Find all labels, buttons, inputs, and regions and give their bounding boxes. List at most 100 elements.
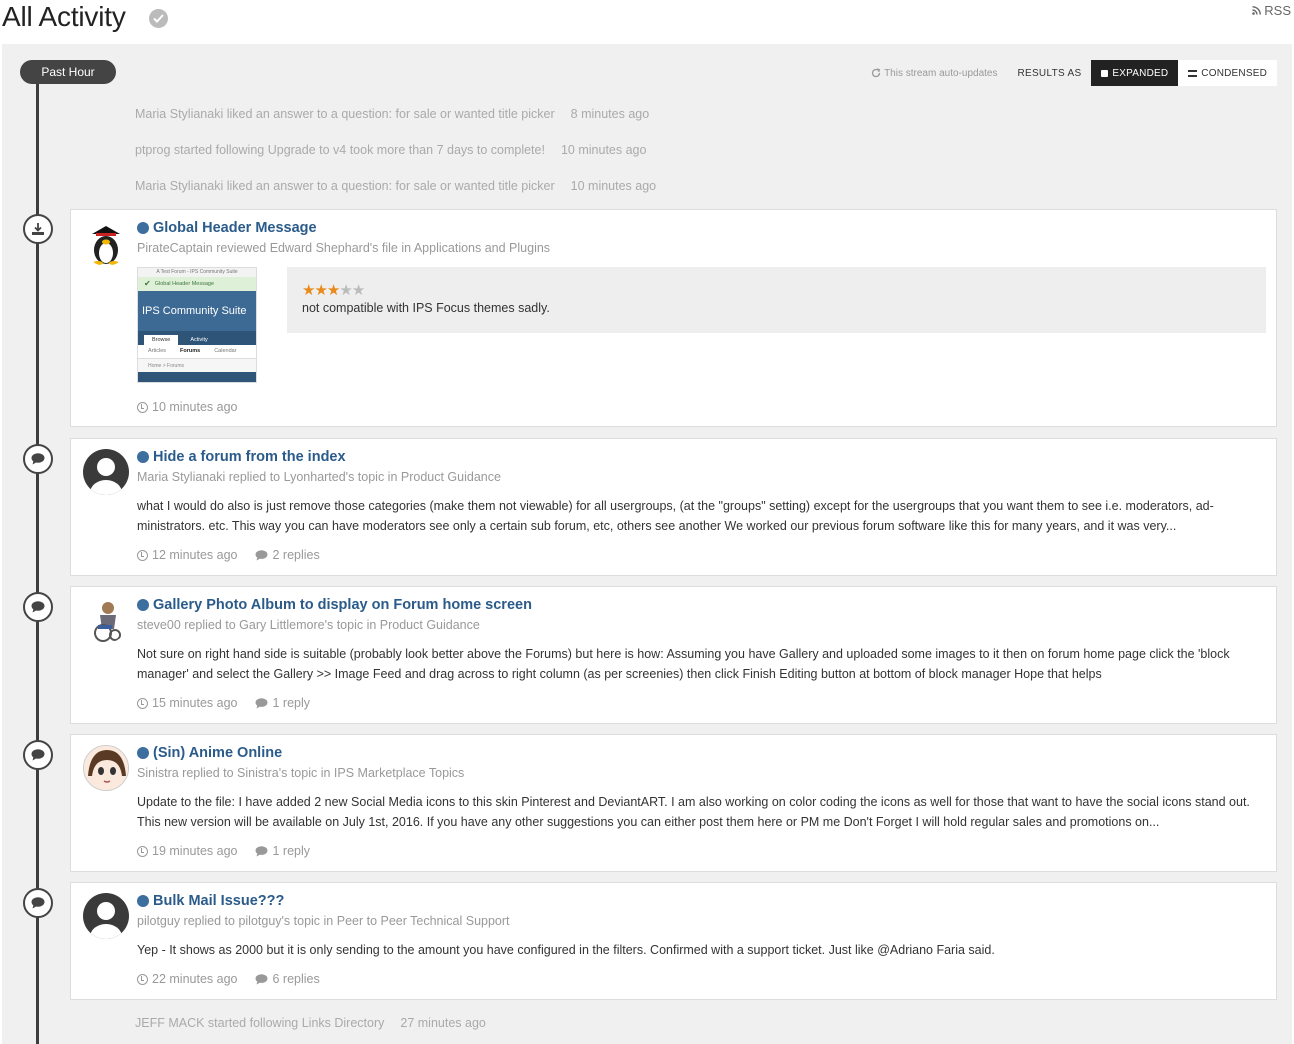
card-snippet: Not sure on right hand side is suitable … xyxy=(137,647,1230,681)
card-time[interactable]: 12 minutes ago xyxy=(152,548,237,562)
clock-icon xyxy=(137,549,148,561)
clock-icon xyxy=(137,973,148,985)
mini-activity-item[interactable]: Maria Stylianaki liked an answer to a qu… xyxy=(135,179,656,193)
activity-card: Hide a forum from the index Maria Stylia… xyxy=(70,438,1277,576)
mini-activity-text[interactable]: Maria Stylianaki liked an answer to a qu… xyxy=(135,179,555,193)
reply-count[interactable]: 1 reply xyxy=(272,844,310,858)
card-title[interactable]: Global Header Message xyxy=(137,220,317,236)
review-box: ★★★★★ not compatible with IPS Focus them… xyxy=(287,267,1266,333)
refresh-icon xyxy=(871,68,881,78)
results-as-label: RESULTS AS xyxy=(1017,67,1082,79)
card-title[interactable]: Bulk Mail Issue??? xyxy=(137,893,284,909)
timeline-comment-node xyxy=(23,592,53,622)
card-title-text[interactable]: Bulk Mail Issue??? xyxy=(153,893,284,909)
time-group-label: Past Hour xyxy=(20,60,116,84)
card-title[interactable]: Hide a forum from the index xyxy=(137,449,346,465)
activity-card: Global Header Message PirateCaptain revi… xyxy=(70,209,1277,427)
card-title[interactable]: (Sin) Anime Online xyxy=(137,745,282,761)
avatar[interactable] xyxy=(83,449,129,495)
screenshot-message-bar: ✔ Global Header Message xyxy=(138,277,256,291)
mini-activity-item[interactable]: JEFF MACK started following Links Direct… xyxy=(135,1016,486,1030)
reply-count[interactable]: 1 reply xyxy=(272,696,310,710)
comment-icon xyxy=(256,845,268,857)
mini-activity-time: 8 minutes ago xyxy=(570,107,650,121)
card-footer: 19 minutes ago 1 reply xyxy=(137,844,310,858)
comment-icon xyxy=(31,749,45,761)
condensed-icon xyxy=(1188,69,1198,77)
unread-dot-icon xyxy=(137,451,149,463)
reply-count[interactable]: 6 replies xyxy=(272,972,319,986)
avatar[interactable] xyxy=(83,597,129,643)
mini-activity-time: 10 minutes ago xyxy=(570,179,657,193)
mini-activity-item[interactable]: Maria Stylianaki liked an answer to a qu… xyxy=(135,107,649,121)
card-footer: 22 minutes ago 6 replies xyxy=(137,972,320,986)
expanded-view-button[interactable]: EXPANDED xyxy=(1091,60,1179,86)
condensed-view-button[interactable]: CONDENSED xyxy=(1178,60,1277,86)
screenshot-tab-browse: Browse xyxy=(144,335,179,345)
screenshot-nav: Articles Forums Calendar xyxy=(138,345,256,359)
file-screenshot[interactable]: A Test Forum - IPS Community Suite ✔ Glo… xyxy=(137,267,257,383)
clock-icon xyxy=(137,401,148,413)
avatar[interactable] xyxy=(83,893,129,939)
card-title-text[interactable]: Gallery Photo Album to display on Forum … xyxy=(153,597,532,613)
card-time[interactable]: 19 minutes ago xyxy=(152,844,237,858)
activity-card: Gallery Photo Album to display on Forum … xyxy=(70,586,1277,724)
card-time[interactable]: 10 minutes ago xyxy=(152,400,237,414)
auto-update-text: This stream auto-updates xyxy=(884,67,998,79)
mini-activity-text[interactable]: JEFF MACK started following Links Direct… xyxy=(135,1016,384,1030)
star-filled-icon: ★ xyxy=(314,282,327,299)
stream-controls: This stream auto-updates RESULTS AS EXPA… xyxy=(871,60,1277,86)
card-footer: 15 minutes ago 1 reply xyxy=(137,696,310,710)
card-footer: 10 minutes ago xyxy=(137,400,237,414)
avatar[interactable] xyxy=(83,745,129,791)
unread-dot-icon xyxy=(137,222,149,234)
card-meta: Maria Stylianaki replied to Lyonharted's… xyxy=(137,470,501,484)
follow-check-icon[interactable] xyxy=(149,9,168,28)
card-time[interactable]: 22 minutes ago xyxy=(152,972,237,986)
comment-icon xyxy=(256,973,268,985)
timeline-comment-node xyxy=(23,740,53,770)
card-meta: pilotguy replied to pilotguy's topic in … xyxy=(137,914,510,928)
rss-label: RSS xyxy=(1264,3,1291,18)
star-filled-icon: ★ xyxy=(326,282,340,299)
mini-activity-text[interactable]: ptprog started following Upgrade to v4 t… xyxy=(135,143,545,157)
comment-icon xyxy=(256,549,268,561)
star-empty-icon: ★ xyxy=(351,282,365,299)
condensed-label: CONDENSED xyxy=(1201,67,1267,79)
comment-icon xyxy=(256,697,268,709)
reply-count[interactable]: 2 replies xyxy=(272,548,319,562)
mini-activity-item[interactable]: ptprog started following Upgrade to v4 t… xyxy=(135,143,646,157)
activity-card: Bulk Mail Issue??? pilotguy replied to p… xyxy=(70,882,1277,1000)
review-text: not compatible with IPS Focus themes sad… xyxy=(302,301,550,315)
timeline-comment-node xyxy=(23,444,53,474)
clock-icon xyxy=(137,697,148,709)
screenshot-tabs: Browse Activity xyxy=(138,331,256,345)
avatar[interactable] xyxy=(83,220,129,266)
screenshot-tab-activity: Activity xyxy=(190,337,208,343)
card-title-text[interactable]: Hide a forum from the index xyxy=(153,449,346,465)
screenshot-check-icon: ✔ xyxy=(144,279,151,288)
card-snippet: what I would do also is just remove thos… xyxy=(137,499,1214,533)
download-icon xyxy=(32,222,44,235)
card-time[interactable]: 15 minutes ago xyxy=(152,696,237,710)
expanded-icon xyxy=(1101,69,1109,77)
mini-activity-text[interactable]: Maria Stylianaki liked an answer to a qu… xyxy=(135,107,555,121)
screenshot-message: Global Header Message xyxy=(154,281,215,287)
card-title-text[interactable]: (Sin) Anime Online xyxy=(153,745,282,761)
card-meta: Sinistra replied to Sinistra's topic in … xyxy=(137,766,465,780)
activity-card: (Sin) Anime Online Sinistra replied to S… xyxy=(70,734,1277,872)
screenshot-breadcrumb: Home > Forums xyxy=(138,359,256,372)
card-title-text[interactable]: Global Header Message xyxy=(153,220,317,236)
rss-link[interactable]: RSS xyxy=(1252,3,1291,18)
unread-dot-icon xyxy=(137,895,149,907)
screenshot-brand: IPS Community Suite xyxy=(138,291,256,331)
card-footer: 12 minutes ago 2 replies xyxy=(137,548,320,562)
unread-dot-icon xyxy=(137,747,149,759)
star-rating: ★★★★★ xyxy=(302,281,1251,299)
card-title[interactable]: Gallery Photo Album to display on Forum … xyxy=(137,597,532,613)
expanded-label: EXPANDED xyxy=(1112,67,1169,79)
rss-icon xyxy=(1252,6,1262,15)
comment-icon xyxy=(31,601,45,613)
screenshot-nav-forums: Forums xyxy=(180,348,201,354)
card-meta: steve00 replied to Gary Littlemore's top… xyxy=(137,618,480,632)
